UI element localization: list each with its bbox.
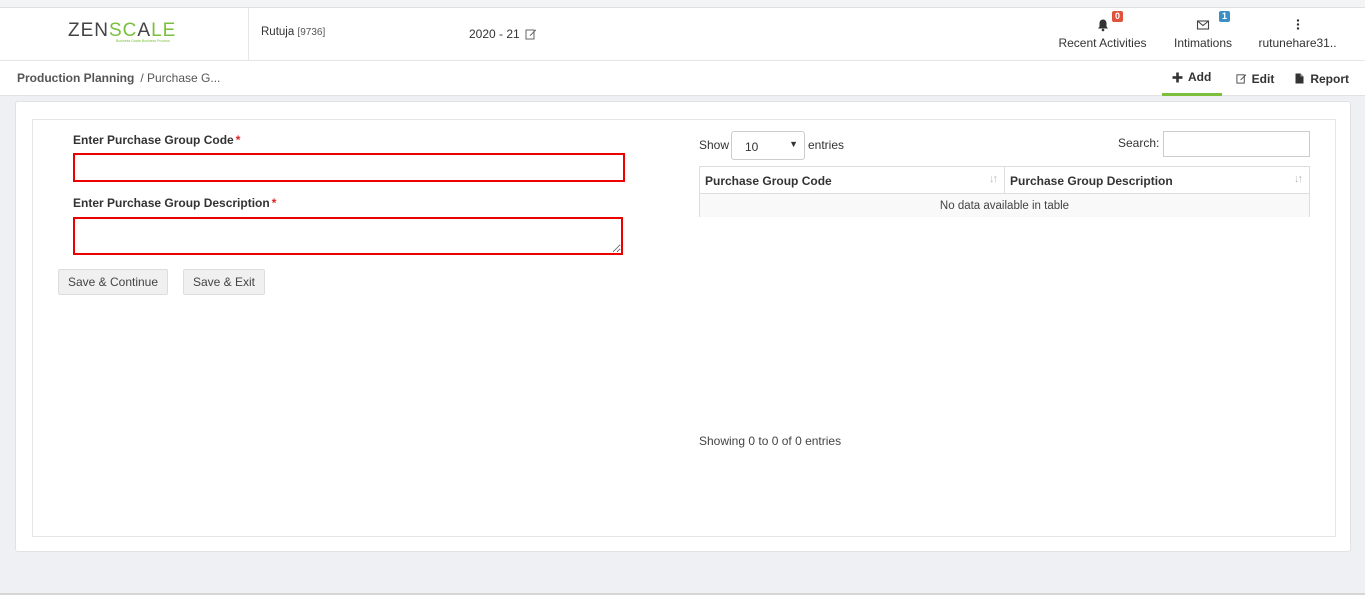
edit-button[interactable]: Edit — [1226, 61, 1285, 96]
content-card: Enter Purchase Group Code * Enter Purchas… — [15, 101, 1351, 552]
logo-tagline: Business Grade Business Process — [116, 39, 170, 43]
page-size-value: 10 — [745, 140, 759, 154]
fiscal-year-value: 2020 - 21 — [469, 27, 520, 41]
save-and-continue-button[interactable]: Save & Continue — [58, 269, 168, 295]
recent-activities-button[interactable]: 0 Recent Activities — [1055, 8, 1150, 61]
user-menu-label: rutunehare31.. — [1258, 36, 1337, 50]
search-label: Search: — [1118, 136, 1160, 150]
document-icon — [1295, 73, 1304, 84]
report-label: Report — [1310, 71, 1349, 86]
edit-icon — [1236, 74, 1246, 84]
browser-top-strip — [0, 0, 1365, 8]
edit-label: Edit — [1251, 71, 1275, 86]
report-button[interactable]: Report — [1284, 61, 1365, 96]
purchase-group-table: Purchase Group Code ↓↑ Purchase Group De… — [699, 166, 1310, 217]
table-search-input[interactable] — [1163, 131, 1310, 157]
empty-table-message: No data available in table — [700, 193, 1309, 217]
user-id: [9736] — [297, 27, 326, 38]
column-header-description[interactable]: Purchase Group Description ↓↑ — [1005, 167, 1309, 193]
logo-area[interactable]: ZENSCALE Business Grade Business Process — [0, 8, 249, 61]
fiscal-year-selector[interactable]: 2020 - 21 — [469, 27, 537, 41]
sort-icon: ↓↑ — [989, 173, 998, 185]
recent-activities-label: Recent Activities — [1058, 36, 1147, 50]
show-label: Show — [699, 138, 730, 152]
intimations-count: 1 — [1219, 11, 1231, 22]
add-button[interactable]: Add — [1161, 61, 1222, 96]
recent-activities-count: 0 — [1112, 11, 1124, 22]
bell-icon — [1097, 19, 1108, 32]
envelope-icon — [1196, 20, 1210, 30]
entries-label: entries — [808, 138, 845, 152]
add-label: Add — [1187, 70, 1212, 84]
breadcrumb-module[interactable]: Production Planning — [17, 71, 134, 85]
purchase-group-description-label: Enter Purchase Group Description * — [73, 196, 277, 210]
purchase-group-code-input[interactable] — [73, 153, 625, 182]
user-name: Rutuja — [261, 26, 295, 38]
user-menu-button[interactable]: rutunehare31.. — [1255, 8, 1340, 61]
sub-toolbar: Production Planning / Purchase G... Add E… — [0, 61, 1365, 96]
page-actions: Add Edit Report — [1161, 61, 1365, 96]
column-header-code[interactable]: Purchase Group Code ↓↑ — [700, 167, 1005, 193]
content-panel: Enter Purchase Group Code * Enter Purchas… — [32, 119, 1336, 537]
purchase-group-code-label: Enter Purchase Group Code * — [73, 133, 241, 147]
breadcrumb-current: / Purchase G... — [140, 71, 221, 85]
caret-down-icon: ▼ — [789, 139, 798, 149]
sort-icon: ↓↑ — [1294, 173, 1303, 185]
page-size-select[interactable]: 10 ▼ — [731, 131, 805, 160]
purchase-group-description-input[interactable] — [73, 217, 623, 255]
vertical-dots-icon — [1296, 19, 1299, 30]
intimations-label: Intimations — [1173, 36, 1233, 50]
breadcrumb: Production Planning / Purchase G... — [17, 71, 222, 85]
plus-icon — [1172, 72, 1183, 82]
edit-icon[interactable] — [525, 28, 537, 40]
intimations-button[interactable]: 1 Intimations — [1168, 8, 1238, 61]
current-user: Rutuja [9736] — [261, 26, 325, 38]
table-info: Showing 0 to 0 of 0 entries — [699, 434, 842, 448]
app-header: ZENSCALE Business Grade Business Process… — [0, 8, 1365, 61]
save-and-exit-button[interactable]: Save & Exit — [183, 269, 265, 295]
